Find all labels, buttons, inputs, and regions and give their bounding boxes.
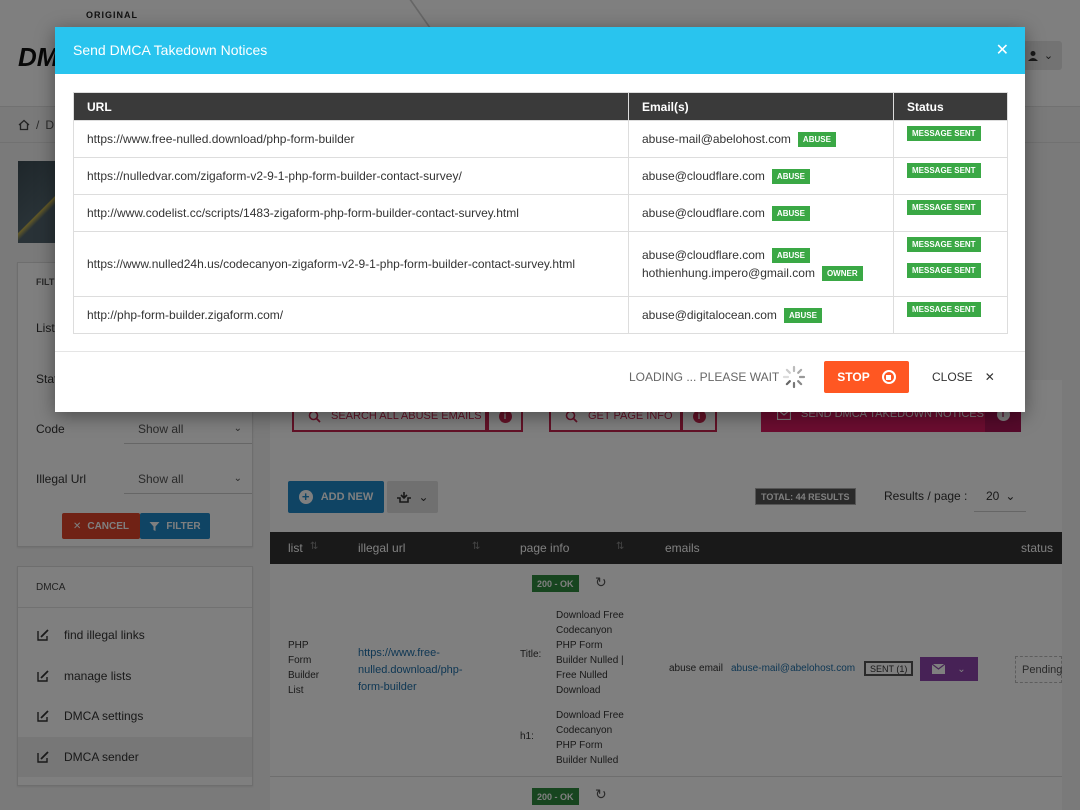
abuse-tag: ABUSE	[797, 131, 836, 147]
header-status: Status	[893, 92, 1008, 121]
stop-icon	[881, 370, 896, 384]
table-row: https://www.free-nulled.download/php-for…	[73, 120, 1008, 158]
row-status: MESSAGE SENT	[893, 194, 1008, 232]
row-status: MESSAGE SENT	[893, 120, 1008, 158]
table-header-row: URL Email(s) Status	[73, 92, 1008, 121]
row-url: http://www.codelist.cc/scripts/1483-ziga…	[73, 194, 629, 232]
abuse-tag: ABUSE	[771, 247, 810, 263]
table-row: http://www.codelist.cc/scripts/1483-ziga…	[73, 194, 1008, 232]
message-sent-badge: MESSAGE SENT	[907, 263, 981, 278]
loading-status-text: LOADING ... PLEASE WAIT	[629, 370, 780, 384]
table-row: http://php-form-builder.zigaform.com/ ab…	[73, 296, 1008, 334]
row-emails: abuse-mail@abelohost.com ABUSE	[628, 120, 894, 158]
row-emails: abuse@digitalocean.com ABUSE	[628, 296, 894, 334]
message-sent-badge: MESSAGE SENT	[907, 200, 981, 215]
table-row: https://www.nulled24h.us/codecanyon-ziga…	[73, 231, 1008, 297]
row-url: https://www.free-nulled.download/php-for…	[73, 120, 629, 158]
message-sent-badge: MESSAGE SENT	[907, 302, 981, 317]
stop-button[interactable]: STOP	[824, 361, 909, 393]
abuse-tag: ABUSE	[783, 307, 822, 323]
row-emails: abuse@cloudflare.com ABUSE hothienhung.im…	[628, 231, 894, 297]
table-row: https://nulledvar.com/zigaform-v2-9-1-ph…	[73, 157, 1008, 195]
row-url: http://php-form-builder.zigaform.com/	[73, 296, 629, 334]
close-icon: ✕	[984, 370, 995, 384]
row-status: MESSAGE SENT	[893, 296, 1008, 334]
row-emails: abuse@cloudflare.com ABUSE	[628, 194, 894, 232]
message-sent-badge: MESSAGE SENT	[907, 163, 981, 178]
close-icon[interactable]: ✕	[996, 40, 1009, 60]
dmca-notices-modal: Send DMCA Takedown Notices ✕ URL Email(s…	[55, 27, 1025, 412]
close-button[interactable]: CLOSE ✕	[932, 361, 998, 393]
message-sent-badge: MESSAGE SENT	[907, 126, 981, 141]
message-sent-badge: MESSAGE SENT	[907, 237, 981, 252]
abuse-tag: ABUSE	[771, 205, 810, 221]
row-url: https://www.nulled24h.us/codecanyon-ziga…	[73, 231, 629, 297]
header-url: URL	[73, 92, 629, 121]
modal-title: Send DMCA Takedown Notices	[73, 42, 268, 58]
modal-header: Send DMCA Takedown Notices ✕	[55, 27, 1025, 74]
row-emails: abuse@cloudflare.com ABUSE	[628, 157, 894, 195]
notices-table: URL Email(s) Status https://www.free-nul…	[73, 92, 1008, 334]
owner-tag: OWNER	[821, 265, 863, 281]
row-status: MESSAGE SENT	[893, 157, 1008, 195]
abuse-tag: ABUSE	[771, 168, 810, 184]
row-url: https://nulledvar.com/zigaform-v2-9-1-ph…	[73, 157, 629, 195]
loading-spinner-icon	[782, 365, 806, 389]
row-status: MESSAGE SENT MESSAGE SENT	[893, 231, 1008, 297]
header-emails: Email(s)	[628, 92, 894, 121]
